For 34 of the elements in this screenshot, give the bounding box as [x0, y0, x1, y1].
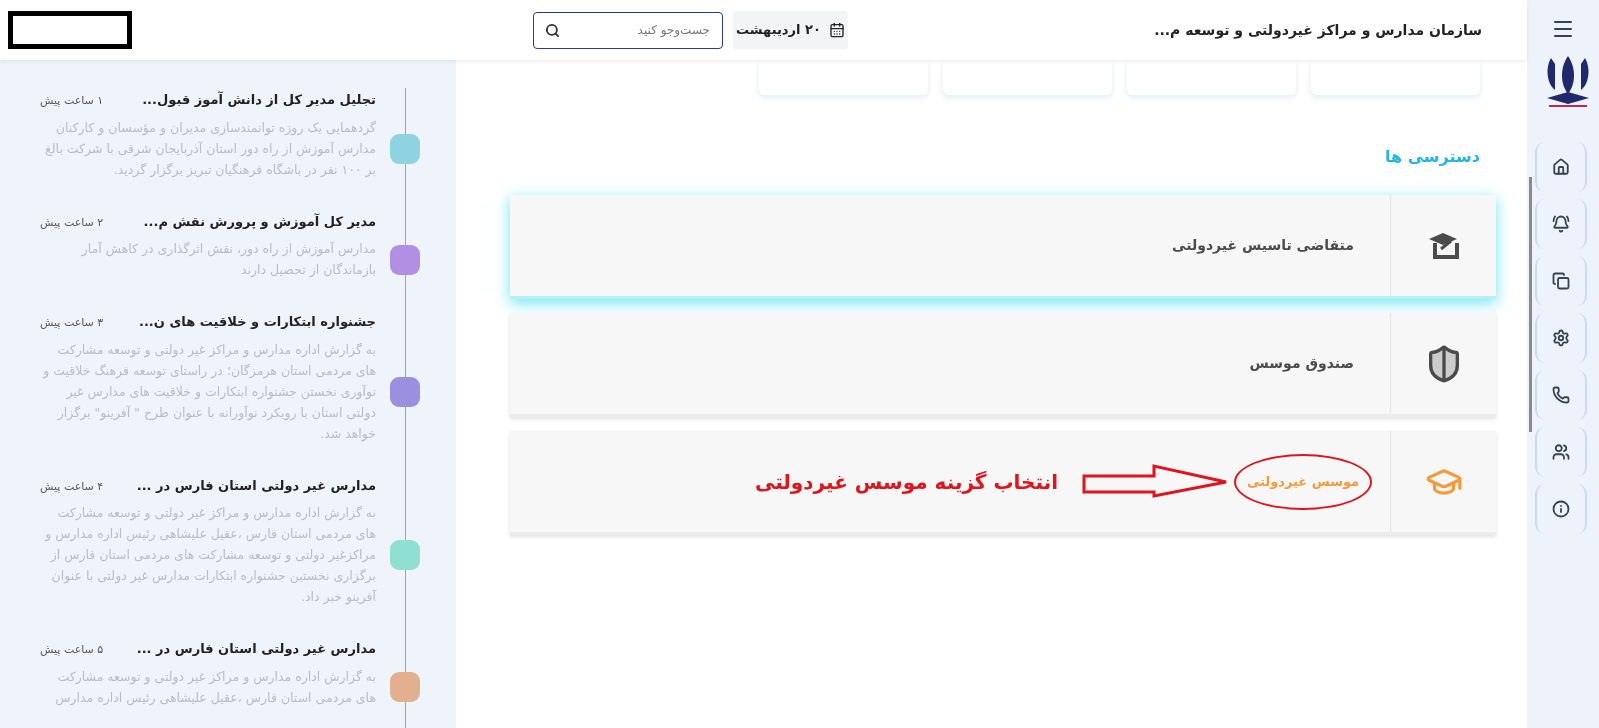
calendar-icon — [828, 22, 845, 38]
news-title[interactable]: مدارس غیر دولتی استان فارس در ... — [136, 639, 376, 659]
access-card[interactable]: صندوق موسس — [510, 313, 1496, 417]
info-icon — [1552, 500, 1570, 518]
news-time: ۲ ساعت پیش — [40, 214, 104, 231]
bell-icon — [1552, 215, 1570, 233]
home-icon — [1552, 158, 1570, 176]
news-title[interactable]: مدیر کل آموزش و پرورش نقش م... — [143, 211, 376, 231]
news-body: به گزارش اداره مدارس و مراکز غیر دولتی و توسعه مشارکت های مردمی استان فارس ،عقیل علیشاهی رئیس اداره مدارس — [54, 667, 376, 708]
settings-icon — [1552, 329, 1570, 347]
news-body: گردهمایی یک روزه توانمندسازی مدیران و مؤسسان و کارکنان مدارس آموزش از راه دور استان آذربایجان شرقی با شرکت بالغ بر ۱۰۰ نفر در باشگاه فرهنگیان تبریز برگزار گردید. — [44, 118, 376, 180]
users-icon — [1552, 443, 1570, 461]
news-title[interactable]: جشنواره ابتکارات و خلاقیت های ن... — [139, 312, 376, 332]
search-icon — [545, 22, 560, 38]
access-label[interactable]: متقاضی تاسیس غیردولتی — [1172, 235, 1354, 256]
news-body: مدارس آموزش از راه دور، نقش اثرگذاری در کاهش آمار بازماندگان از تحصیل دارند — [80, 240, 376, 280]
news-time: ۴ ساعت پیش — [40, 478, 104, 495]
access-card[interactable]: موسس غیردولتی انتخاب گزینه موسس غیردولتی — [510, 431, 1496, 535]
news-time: ۱ ساعت پیش — [40, 93, 104, 109]
annotation-text: انتخاب گزینه موسس غیردولتی — [754, 468, 1058, 496]
news-time: ۳ ساعت پیش — [40, 315, 104, 331]
bookmarks-icon — [1552, 272, 1570, 290]
access-card[interactable]: متقاضی تاسیس غیردولتی — [510, 195, 1496, 299]
section-title: دسترسی ها — [1384, 147, 1480, 166]
header-title: سازمان مدارس و مراکز غیردولتی و توسعه م... — [1154, 22, 1482, 38]
access-label[interactable]: صندوق موسس — [1249, 353, 1354, 374]
news-title[interactable]: تجلیل مدیر کل از دانش آموز قبول... — [142, 90, 376, 110]
news-time: ۵ ساعت پیش — [40, 642, 104, 658]
scrollbar-thumb[interactable] — [1529, 177, 1532, 432]
news-title[interactable]: مدارس غیر دولتی استان فارس در ... — [136, 475, 376, 495]
date-button[interactable]: ۲۰ اردیبهشت — [733, 11, 848, 49]
news-body: به گزارش اداره مدارس و مراکز غیر دولتی و توسعه مشارکت های مردمی استان هرمزگان؛ در راستای توسعه فرهنگ خلاقیت و نوآوری نخستن جشنواره ابتکارات و خلاقیت های مدارس غیر دولتی استان با رویکرد نوآورانه با عنوان طرح " آفرینو" برگزار خواهد شد. — [41, 340, 376, 444]
search-field[interactable]: جست‌وجو کنید — [533, 11, 723, 49]
phone-icon — [1552, 386, 1570, 404]
